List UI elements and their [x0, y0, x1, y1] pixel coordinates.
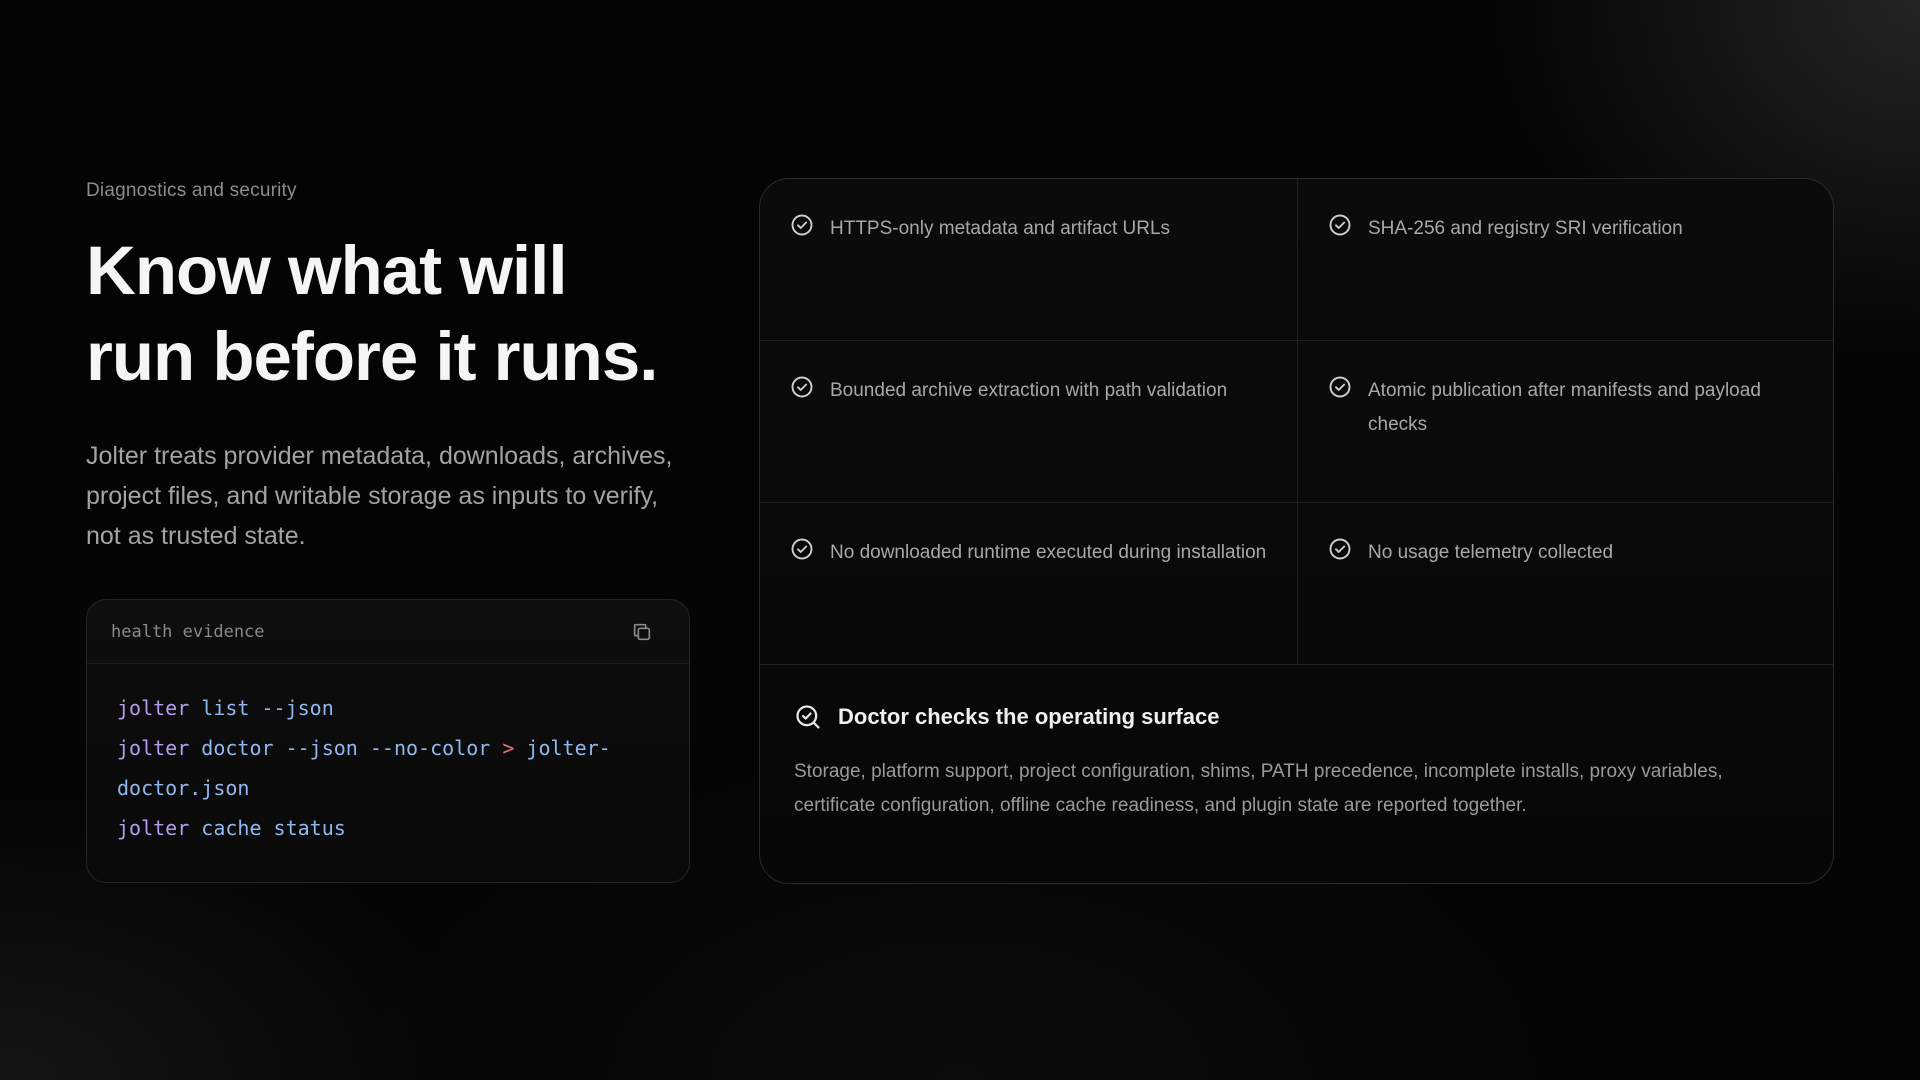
- feature-item: Bounded archive extraction with path val…: [760, 341, 1298, 503]
- lede-paragraph: Jolter treats provider metadata, downloa…: [86, 442, 673, 550]
- code-command: jolter: [117, 696, 190, 720]
- check-circle-icon: [1329, 214, 1351, 236]
- feature-item: Atomic publication after manifests and p…: [1298, 341, 1833, 503]
- feature-label: Bounded archive extraction with path val…: [830, 380, 1228, 401]
- search-check-icon: [796, 705, 820, 729]
- copy-icon: [633, 623, 651, 640]
- check-circle-icon: [791, 376, 813, 398]
- feature-label: SHA-256 and registry SRI verification: [1368, 218, 1683, 239]
- feature-label: Atomic publication after manifests and p…: [1368, 380, 1761, 435]
- code-card-title: health evidence: [111, 621, 265, 642]
- code-block[interactable]: jolter list --json jolter doctor --json …: [87, 664, 689, 848]
- code-args: list --json: [189, 696, 334, 720]
- code-command: jolter: [117, 736, 190, 760]
- code-line: doctor.json: [117, 768, 659, 808]
- copy-button[interactable]: [629, 619, 655, 645]
- headline: Know what will run before it runs.: [86, 228, 696, 400]
- feature-label: No downloaded runtime executed during in…: [830, 542, 1267, 563]
- page: Diagnostics and security Know what will …: [0, 0, 1920, 1080]
- code-card-header: health evidence: [87, 600, 689, 664]
- feature-label: HTTPS-only metadata and artifact URLs: [830, 218, 1171, 239]
- code-args: doctor --json --no-color: [189, 736, 503, 760]
- code-line: jolter list --json: [117, 688, 659, 728]
- doctor-heading: Doctor checks the operating surface: [794, 703, 1799, 731]
- check-circle-icon: [791, 538, 813, 560]
- feature-grid: HTTPS-only metadata and artifact URLs SH…: [760, 179, 1833, 665]
- check-circle-icon: [1329, 538, 1351, 560]
- check-circle-icon: [791, 214, 813, 236]
- headline-line-2: run before it runs.: [86, 318, 658, 395]
- doctor-description: Storage, platform support, project confi…: [794, 761, 1723, 816]
- code-command: jolter: [117, 816, 190, 840]
- code-redirect-operator: >: [502, 736, 515, 760]
- feature-item: HTTPS-only metadata and artifact URLs: [760, 179, 1298, 341]
- code-line: jolter doctor --json --no-color > jolter…: [117, 728, 659, 768]
- section-eyebrow: Diagnostics and security: [86, 180, 297, 201]
- features-panel: HTTPS-only metadata and artifact URLs SH…: [759, 178, 1834, 884]
- code-args: cache status: [189, 816, 346, 840]
- doctor-title: Doctor checks the operating surface: [838, 704, 1220, 729]
- code-line: jolter cache status: [117, 808, 659, 848]
- code-card: health evidence jolter list --json jolte…: [86, 599, 690, 883]
- headline-line-1: Know what will: [86, 232, 568, 309]
- feature-item: No downloaded runtime executed during in…: [760, 503, 1298, 665]
- code-redirect-target: jolter-: [514, 736, 611, 760]
- intro-column: Diagnostics and security Know what will …: [86, 180, 696, 556]
- feature-label: No usage telemetry collected: [1368, 542, 1614, 563]
- check-circle-icon: [1329, 376, 1351, 398]
- feature-item: SHA-256 and registry SRI verification: [1298, 179, 1833, 341]
- feature-item: No usage telemetry collected: [1298, 503, 1833, 665]
- code-args: doctor.json: [117, 776, 250, 800]
- doctor-section: Doctor checks the operating surface Stor…: [760, 665, 1833, 823]
